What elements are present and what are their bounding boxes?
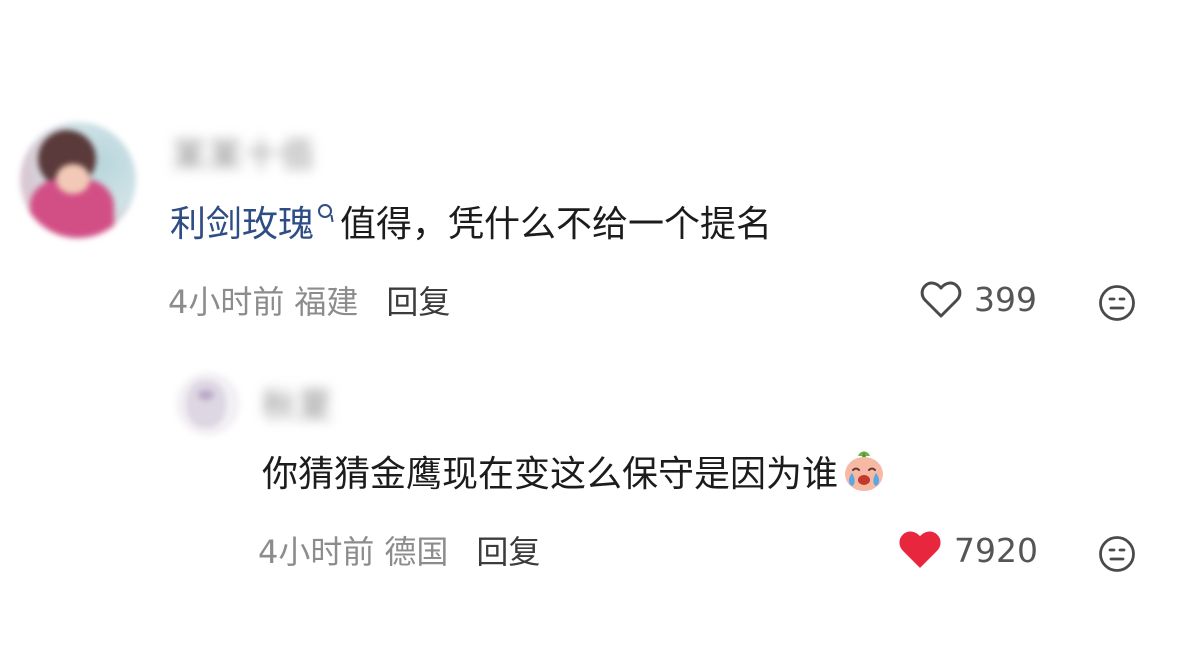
emoji-reaction-icon[interactable] bbox=[1098, 284, 1136, 322]
comment-location: 福建 bbox=[294, 283, 359, 321]
like-count: 399 bbox=[974, 280, 1037, 319]
comment-username[interactable]: 某某十佰 bbox=[172, 128, 316, 177]
emoji-reaction-icon[interactable] bbox=[1098, 535, 1136, 573]
like-button[interactable]: 399 bbox=[920, 280, 1037, 319]
reply-meta: 4小时前 德国 回复 bbox=[258, 530, 540, 574]
comment-text-row: 利剑玫瑰 值得，凭什么不给一个提名 bbox=[170, 198, 772, 252]
reply-text-row: 你猜猜金鹰现在变这么保守是因为谁 bbox=[262, 448, 888, 502]
reply-text: 你猜猜金鹰现在变这么保守是因为谁 bbox=[262, 454, 839, 495]
heart-outline-icon bbox=[920, 281, 962, 317]
reply-button[interactable]: 回复 bbox=[476, 533, 540, 571]
reply-avatar[interactable] bbox=[176, 372, 240, 436]
reply-username[interactable]: 秋夏 bbox=[262, 378, 334, 427]
comment-text: 值得，凭什么不给一个提名 bbox=[340, 204, 773, 245]
comment-thread: 某某十佰 利剑玫瑰 值得，凭什么不给一个提名 4小时前 福建 回复 399 秋夏 你猜… bbox=[0, 0, 1179, 661]
comment-time: 4小时前 bbox=[168, 283, 285, 321]
comment-meta: 4小时前 福建 回复 bbox=[168, 280, 450, 324]
reply-time: 4小时前 bbox=[258, 533, 375, 571]
heart-filled-icon bbox=[899, 531, 941, 568]
like-count: 7920 bbox=[954, 530, 1038, 570]
avatar[interactable] bbox=[20, 122, 136, 238]
search-icon[interactable] bbox=[318, 204, 333, 218]
like-button[interactable]: 7920 bbox=[898, 530, 1038, 570]
reply-location: 德国 bbox=[384, 533, 449, 571]
reply-button[interactable]: 回复 bbox=[386, 283, 450, 321]
mention-link[interactable]: 利剑玫瑰 bbox=[170, 204, 314, 245]
crying-face-icon bbox=[845, 451, 884, 491]
